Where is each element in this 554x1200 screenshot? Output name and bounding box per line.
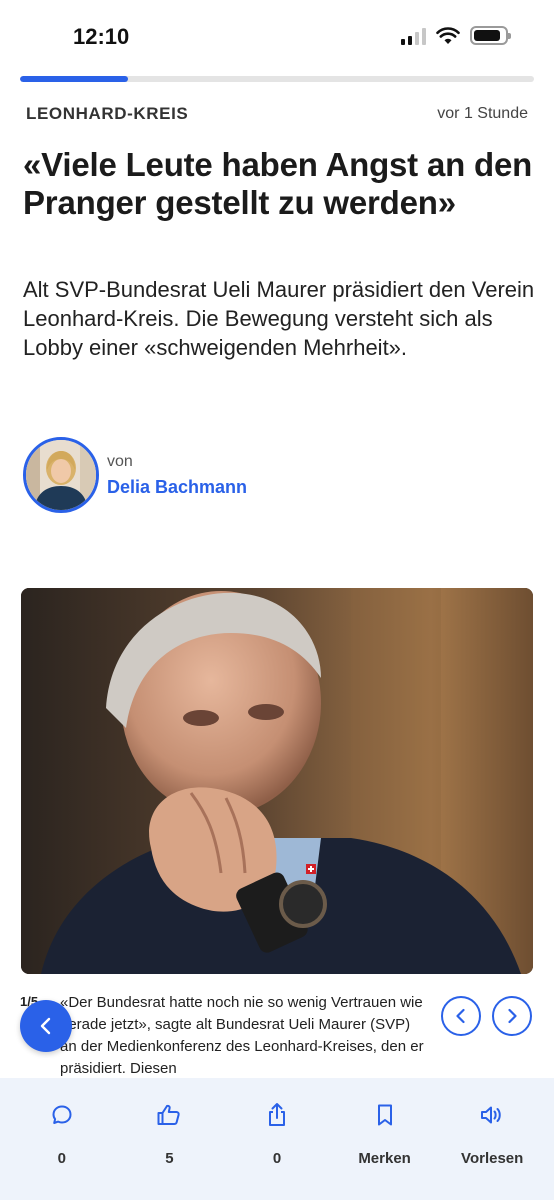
likes-count: 5 (165, 1150, 174, 1167)
read-aloud-button[interactable]: Vorlesen (440, 1078, 544, 1200)
gallery-prev-button[interactable] (441, 996, 481, 1036)
chevron-left-icon (40, 1017, 51, 1035)
back-button[interactable] (20, 1000, 72, 1052)
like-button[interactable]: 5 (117, 1078, 221, 1200)
status-icons (401, 26, 511, 45)
bookmark-label: Merken (358, 1150, 411, 1167)
author-text: von Delia Bachmann (107, 453, 247, 498)
author-portrait-image (26, 440, 96, 510)
battery-icon (470, 26, 511, 45)
chevron-left-icon (456, 1008, 465, 1024)
author-name-link[interactable]: Delia Bachmann (107, 477, 247, 498)
wifi-icon (436, 26, 460, 44)
share-icon (268, 1103, 285, 1126)
article-headline: «Viele Leute haben Angst an den Pranger … (23, 146, 533, 221)
author-prefix: von (107, 452, 133, 470)
bookmark-button[interactable]: Merken (333, 1078, 437, 1200)
article-meta: LEONHARD-KREIS vor 1 Stunde (26, 104, 528, 124)
reading-progress-fill (20, 76, 128, 82)
gallery-next-button[interactable] (492, 996, 532, 1036)
speaker-icon (481, 1106, 501, 1124)
read-aloud-label: Vorlesen (461, 1150, 524, 1167)
comment-icon (52, 1105, 72, 1124)
author-avatar[interactable] (23, 437, 99, 513)
share-count: 0 (272, 1150, 282, 1167)
chevron-right-icon (508, 1008, 517, 1024)
bookmark-icon (377, 1104, 392, 1126)
author-byline[interactable]: von Delia Bachmann (23, 437, 247, 513)
share-button[interactable]: 0 (225, 1078, 329, 1200)
battery-level (474, 30, 500, 41)
status-time: 12:10 (73, 24, 130, 49)
cellular-signal-icon (401, 27, 426, 45)
article-kicker[interactable]: LEONHARD-KREIS (26, 104, 188, 124)
comments-count: 0 (57, 1150, 66, 1167)
bottom-action-bar: 0 5 0 Merken Vorlesen (0, 1078, 554, 1200)
thumbs-up-icon (157, 1104, 181, 1125)
article-lead: Alt SVP-Bundesrat Ueli Maurer präsidiert… (23, 277, 535, 360)
reading-progress-bar (20, 76, 534, 82)
comments-button[interactable]: 0 (10, 1078, 114, 1200)
article-timestamp: vor 1 Stunde (437, 105, 528, 122)
gallery-image (21, 588, 533, 974)
gallery-photo[interactable] (21, 588, 533, 974)
status-bar: 12:10 (0, 0, 554, 70)
gallery-caption: «Der Bundesrat hatte noch nie so wenig V… (60, 994, 424, 1077)
